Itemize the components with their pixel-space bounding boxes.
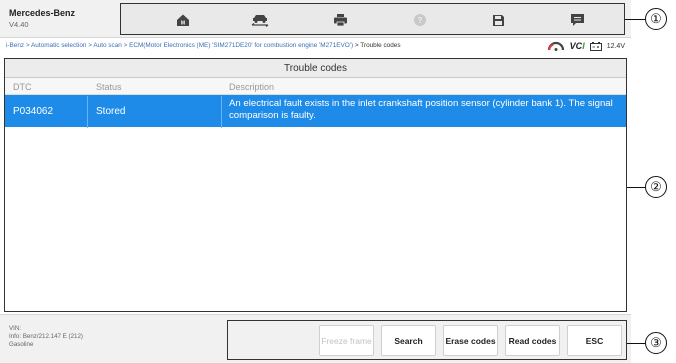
- help-button[interactable]: ?: [408, 10, 432, 30]
- column-header-status: Status: [96, 82, 122, 92]
- vci-i: I: [582, 41, 585, 51]
- diagnostic-screen: Mercedes-Benz V4.40 M ? i-Benz > Automat…: [0, 0, 631, 363]
- esc-button[interactable]: ESC: [567, 325, 622, 356]
- print-icon: [333, 14, 347, 27]
- callout-leader: [627, 343, 645, 344]
- dtc-code: P034062: [13, 106, 54, 117]
- svg-text:M: M: [181, 21, 185, 27]
- vci-indicator: VCI: [570, 41, 585, 51]
- table-row[interactable]: P034062 Stored An electrical fault exist…: [5, 95, 626, 127]
- home-icon: M: [177, 14, 189, 27]
- vehicle-info: VIN: Info: Benz/212.147 E (212) Gasoline: [9, 325, 83, 349]
- home-button[interactable]: M: [171, 10, 195, 30]
- print-button[interactable]: [328, 10, 352, 30]
- message-button[interactable]: [565, 10, 589, 30]
- top-toolbar: Mercedes-Benz V4.40 M ?: [0, 0, 631, 38]
- freeze-frame-button[interactable]: Freeze frame: [319, 325, 374, 356]
- vci-label: VC: [569, 41, 583, 51]
- column-header-dtc: DTC: [13, 82, 32, 92]
- connection-gauge-icon: [547, 41, 564, 51]
- battery-icon: [589, 41, 602, 51]
- toolbar-buttons: M ?: [120, 3, 625, 35]
- function-buttons: Freeze frame Search Erase codes Read cod…: [227, 320, 627, 360]
- vin-label: VIN:: [9, 325, 22, 332]
- callout-leader: [627, 187, 645, 188]
- dtc-description: An electrical fault exists in the inlet …: [229, 98, 613, 121]
- callout-leader: [625, 19, 645, 20]
- save-icon: [492, 14, 504, 26]
- breadcrumb: i-Benz > Automatic selection > Auto scan…: [6, 42, 401, 49]
- save-button[interactable]: [486, 10, 510, 30]
- table-header: DTC Status Description: [5, 78, 626, 95]
- breadcrumb-path[interactable]: i-Benz > Automatic selection > Auto scan…: [6, 42, 353, 49]
- breadcrumb-current: > Trouble codes: [354, 42, 401, 49]
- search-button[interactable]: Search: [381, 325, 436, 356]
- brand-title: Mercedes-Benz: [9, 8, 76, 18]
- erase-codes-button[interactable]: Erase codes: [443, 325, 498, 356]
- column-header-description: Description: [229, 82, 275, 92]
- help-icon: ?: [414, 14, 426, 26]
- message-icon: [570, 14, 584, 26]
- vehicle-model-info: Info: Benz/212.147 E (212): [9, 333, 83, 340]
- svg-text:?: ?: [418, 16, 423, 25]
- callout-1: ①: [645, 8, 667, 30]
- panel-title: Trouble codes: [5, 59, 626, 78]
- vehicle-brand: Mercedes-Benz V4.40: [9, 8, 75, 29]
- fuel-type: Gasoline: [9, 341, 34, 348]
- callout-2: ②: [645, 176, 667, 198]
- bottom-bar: VIN: Info: Benz/212.147 E (212) Gasoline…: [0, 314, 631, 363]
- vehicle-swap-icon: [251, 15, 269, 27]
- battery-voltage: 12.4V: [606, 42, 625, 50]
- column-divider: [87, 96, 88, 128]
- status-icons: VCI 12.4V: [547, 41, 625, 51]
- callout-3: ③: [645, 332, 667, 354]
- breadcrumb-bar: i-Benz > Automatic selection > Auto scan…: [0, 38, 631, 56]
- software-version: V4.40: [9, 20, 29, 29]
- dtc-status: Stored: [96, 106, 126, 117]
- vehicle-swap-button[interactable]: [248, 10, 272, 30]
- read-codes-button[interactable]: Read codes: [505, 325, 560, 356]
- column-divider: [221, 96, 222, 128]
- trouble-codes-panel: Trouble codes DTC Status Description P03…: [4, 58, 627, 312]
